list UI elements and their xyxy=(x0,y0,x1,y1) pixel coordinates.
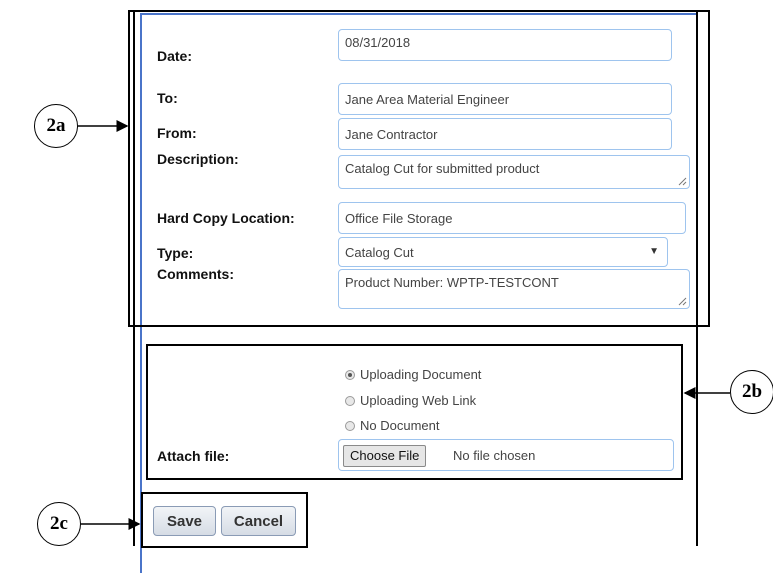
callout-arrows xyxy=(78,120,730,530)
